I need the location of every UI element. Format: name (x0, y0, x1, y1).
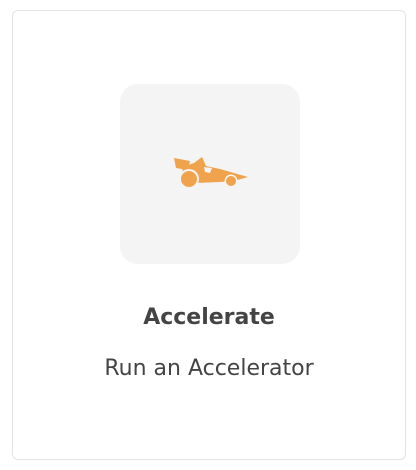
accelerate-card[interactable]: Accelerate Run an Accelerator (12, 10, 406, 460)
race-car-icon (174, 157, 248, 189)
card-subtitle: Run an Accelerator (104, 356, 314, 381)
card-title: Accelerate (143, 305, 275, 330)
icon-tile (120, 84, 300, 264)
